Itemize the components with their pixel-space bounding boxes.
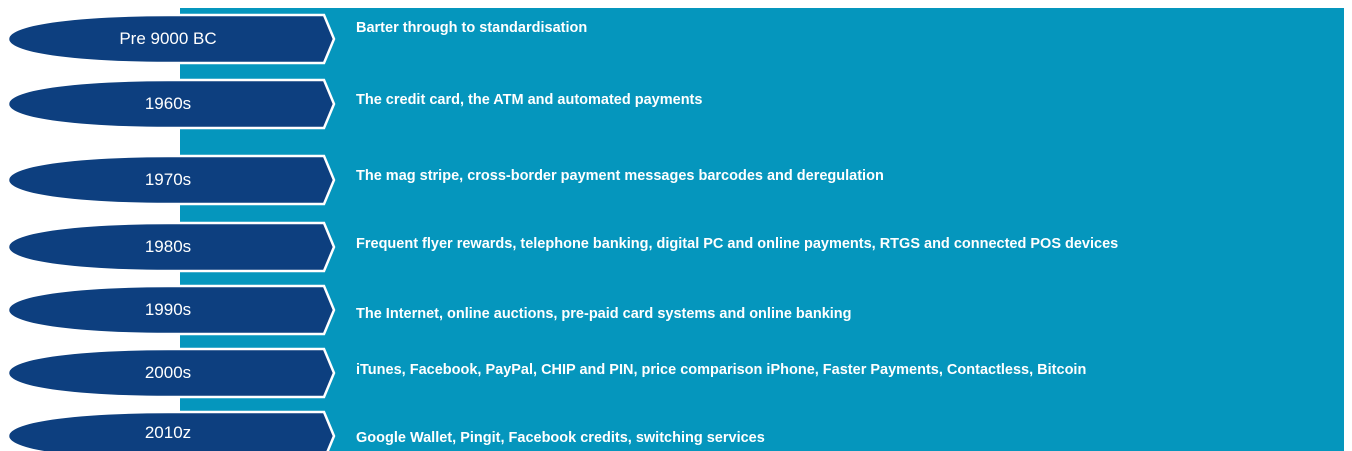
era-label: 1960s <box>144 94 192 113</box>
era-description: Google Wallet, Pingit, Facebook credits,… <box>356 430 765 446</box>
timeline-row: 1960s The credit card, the ATM and autom… <box>0 78 1352 130</box>
era-label: 2000s <box>144 363 192 382</box>
timeline-row: 1970s The mag stripe, cross-border payme… <box>0 154 1352 206</box>
era-label: 1970s <box>144 170 192 189</box>
era-label: 2010z <box>144 423 192 442</box>
era-description: Barter through to standardisation <box>356 20 588 36</box>
era-description: Frequent flyer rewards, telephone bankin… <box>356 236 1119 252</box>
era-label: 1980s <box>144 237 192 256</box>
era-description: iTunes, Facebook, PayPal, CHIP and PIN, … <box>356 362 1087 378</box>
payments-timeline: Pre 9000 BC Barter through to standardis… <box>0 0 1352 451</box>
timeline-row: Pre 9000 BC Barter through to standardis… <box>0 13 1352 65</box>
timeline-row: 2010z Google Wallet, Pingit, Facebook cr… <box>0 410 1352 451</box>
era-description: The mag stripe, cross-border payment mes… <box>356 168 884 184</box>
era-description: The Internet, online auctions, pre-paid … <box>356 306 852 322</box>
era-label: Pre 9000 BC <box>119 29 217 48</box>
timeline-row: 2000s iTunes, Facebook, PayPal, CHIP and… <box>0 347 1352 399</box>
timeline-row: 1980s Frequent flyer rewards, telephone … <box>0 221 1352 273</box>
timeline-row: 1990s The Internet, online auctions, pre… <box>0 284 1352 336</box>
era-label: 1990s <box>144 300 192 319</box>
era-description: The credit card, the ATM and automated p… <box>356 92 703 108</box>
